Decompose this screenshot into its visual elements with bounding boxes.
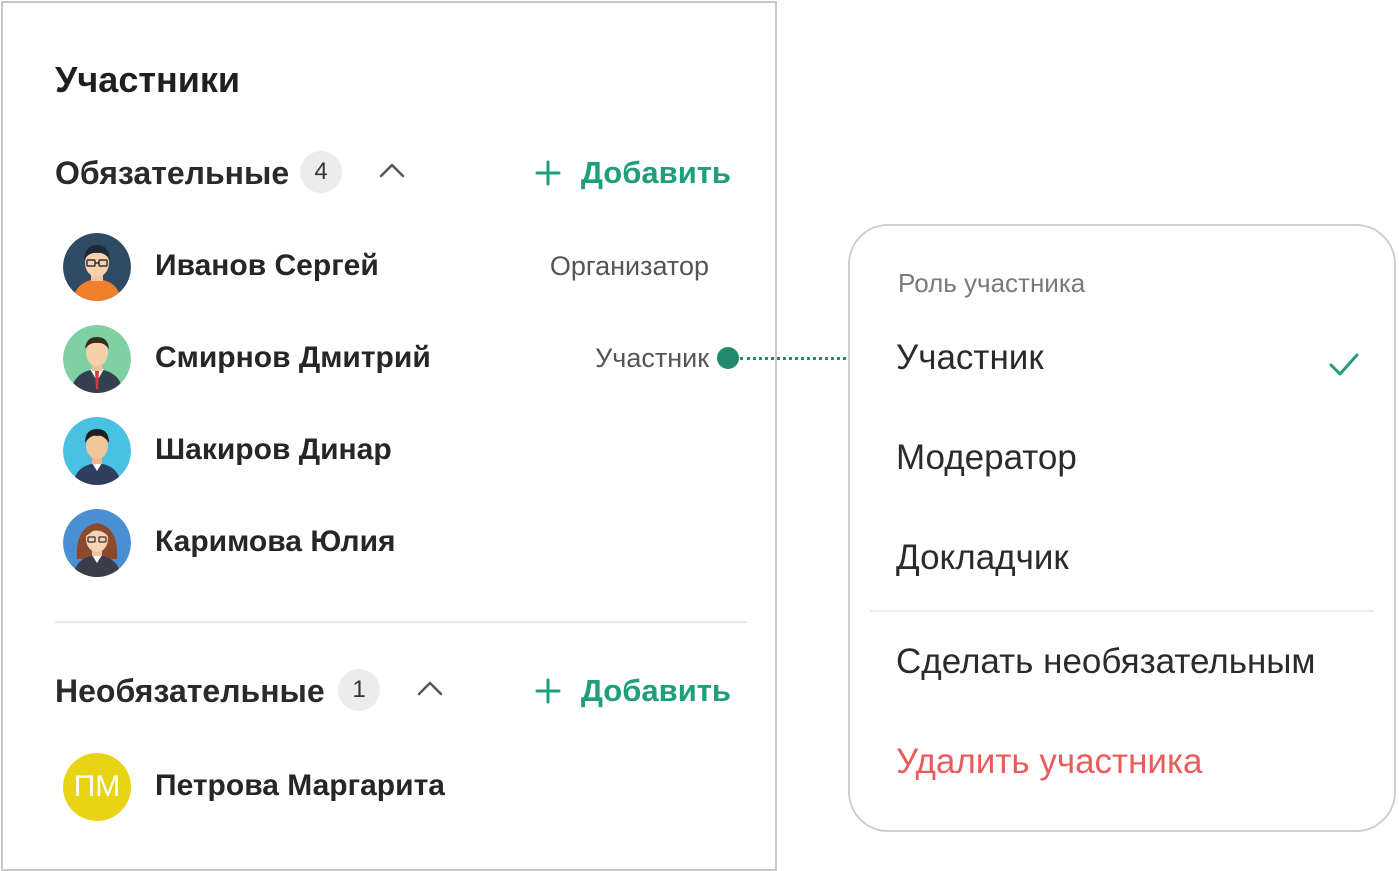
member-name: Иванов Сергей — [155, 249, 379, 282]
make-optional-label: Сделать необязательным — [896, 642, 1316, 681]
member-name: Шакиров Динар — [155, 433, 392, 466]
stage: Участники Обязательные 4 Добавить Иванов… — [0, 0, 1399, 871]
connector-line — [740, 357, 846, 360]
member-row[interactable]: Каримова Юлия — [63, 509, 723, 579]
avatar — [63, 325, 131, 393]
menu-item-speaker[interactable]: Докладчик — [896, 538, 1364, 594]
remove-participant-label: Удалить участника — [896, 742, 1203, 781]
member-row[interactable]: Иванов Сергей Организатор — [63, 233, 723, 303]
member-name: Петрова Маргарита — [155, 769, 445, 802]
member-row[interactable]: Смирнов Дмитрий Участник — [63, 325, 723, 395]
plus-icon — [535, 678, 561, 704]
add-required-label: Добавить — [580, 155, 731, 190]
make-optional-item[interactable]: Сделать необязательным — [896, 642, 1364, 698]
optional-group-header: Необязательные 1 Добавить — [55, 669, 731, 715]
menu-item-participant[interactable]: Участник — [896, 338, 1364, 394]
menu-item-label: Участник — [896, 338, 1044, 377]
menu-item-moderator[interactable]: Модератор — [896, 438, 1364, 494]
required-count-badge: 4 — [300, 151, 342, 193]
member-role[interactable]: Организатор — [550, 251, 709, 282]
chevron-up-icon[interactable] — [415, 673, 445, 703]
role-menu: Роль участника Участник Модератор Доклад… — [848, 224, 1396, 832]
plus-icon — [535, 160, 561, 186]
avatar — [63, 509, 131, 577]
add-optional-button[interactable]: Добавить — [535, 671, 731, 711]
optional-count-badge: 1 — [338, 669, 380, 711]
optional-group-title: Необязательные — [55, 673, 325, 709]
menu-divider — [870, 610, 1374, 612]
member-name: Смирнов Дмитрий — [155, 341, 431, 374]
member-role[interactable]: Участник — [595, 343, 709, 374]
required-group-title: Обязательные — [55, 155, 290, 191]
avatar — [63, 233, 131, 301]
initials-avatar: ПМ — [63, 753, 131, 821]
panel-title: Участники — [55, 59, 240, 100]
add-required-button[interactable]: Добавить — [535, 153, 731, 193]
connector-dot — [717, 347, 739, 369]
participants-panel: Участники Обязательные 4 Добавить Иванов… — [1, 1, 777, 871]
remove-participant-item[interactable]: Удалить участника — [896, 742, 1364, 798]
check-icon — [1329, 353, 1359, 376]
add-optional-label: Добавить — [580, 673, 731, 708]
member-name: Каримова Юлия — [155, 525, 396, 558]
menu-header: Роль участника — [898, 268, 1086, 298]
member-row[interactable]: Шакиров Динар — [63, 417, 723, 487]
group-divider — [55, 621, 747, 623]
member-row[interactable]: ПМ Петрова Маргарита — [63, 753, 723, 823]
menu-item-label: Модератор — [896, 438, 1077, 477]
menu-item-label: Докладчик — [896, 538, 1069, 577]
required-group-header: Обязательные 4 Добавить — [55, 151, 731, 197]
chevron-up-icon[interactable] — [377, 155, 407, 185]
avatar — [63, 417, 131, 485]
